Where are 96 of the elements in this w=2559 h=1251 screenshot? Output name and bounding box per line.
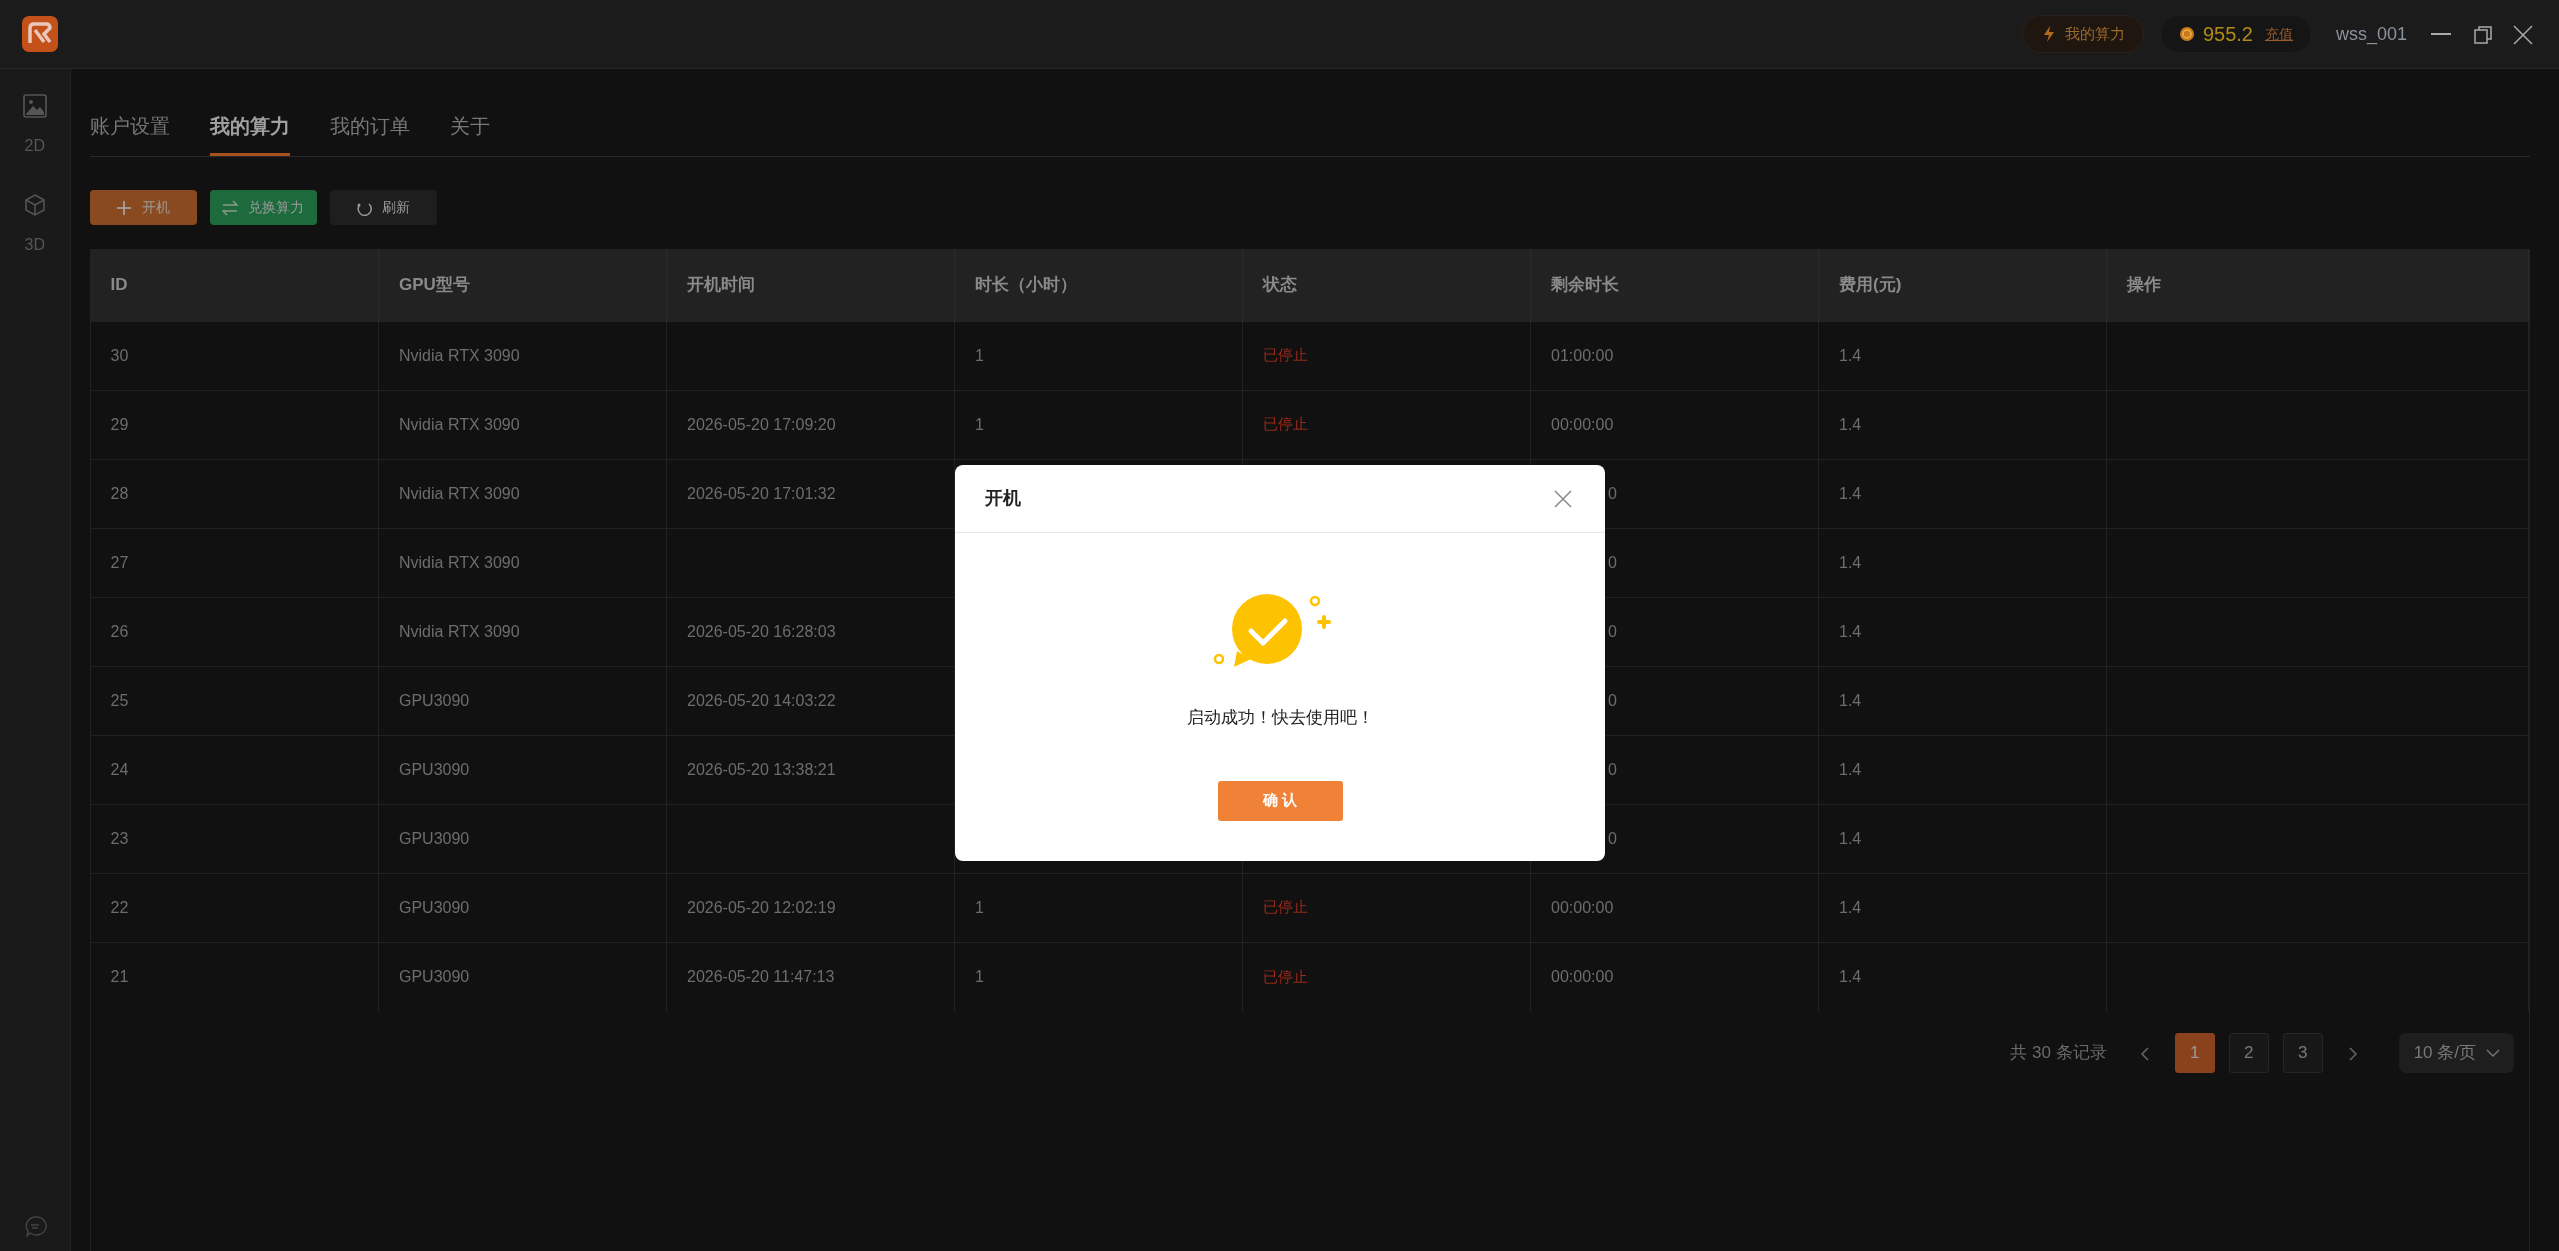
image-icon[interactable] <box>22 94 47 118</box>
table-cell: 00:00:00 <box>1551 967 1614 985</box>
chevron-left-icon <box>2138 1045 2151 1062</box>
tab[interactable]: 关于 <box>449 105 490 156</box>
tab[interactable]: 我的订单 <box>329 105 410 156</box>
power-button[interactable]: 我的算力 <box>2021 15 2144 53</box>
table-cell: 28 <box>110 484 129 502</box>
username: wss_001 <box>2335 22 2407 47</box>
confirm-button[interactable]: 确 认 <box>1217 780 1343 821</box>
close-button[interactable] <box>2511 22 2535 46</box>
table-cell: 25 <box>110 691 129 709</box>
table-cell: 1.4 <box>1839 415 1862 433</box>
page-size-select[interactable]: 10 条/页 <box>2398 1033 2514 1073</box>
table-cell: 01:00:00 <box>1551 346 1614 364</box>
sidebar-label: 2D <box>24 136 45 156</box>
plus-icon <box>116 199 132 216</box>
sidebar-label: 3D <box>24 235 45 255</box>
recharge-link[interactable]: 充值 <box>2264 23 2293 45</box>
toolbar-button[interactable]: 开机 <box>89 190 197 225</box>
table-cell: 00:00:00 <box>1551 898 1614 916</box>
column-header: 时长（小时） <box>954 249 1243 321</box>
column-header: GPU型号 <box>378 249 667 321</box>
table-cell: 1.4 <box>1839 898 1862 916</box>
table-cell: 2026-05-20 17:09:20 <box>687 415 836 433</box>
table-cell: 2026-05-20 12:02:19 <box>687 898 836 916</box>
table-cell: 2026-05-20 17:01:32 <box>687 484 836 502</box>
dialog-title: 开机 <box>985 487 1021 510</box>
column-header: 操作 <box>2106 249 2529 321</box>
coin-icon <box>2178 26 2195 42</box>
table-cell: 2026-05-20 14:03:22 <box>687 691 836 709</box>
record-count: 共 30 条记录 <box>2010 1042 2107 1065</box>
table-cell: Nvidia RTX 3090 <box>399 415 520 433</box>
table-cell: GPU3090 <box>399 967 470 985</box>
column-header: 状态 <box>1242 249 1531 321</box>
status-text: 已停止 <box>1263 415 1308 433</box>
status-text: 已停止 <box>1263 967 1308 985</box>
column-header: 剩余时长 <box>1530 249 1819 321</box>
table-cell: 1.4 <box>1839 622 1862 640</box>
table-cell: GPU3090 <box>399 691 470 709</box>
table-cell: Nvidia RTX 3090 <box>399 346 520 364</box>
table-cell: Nvidia RTX 3090 <box>399 622 520 640</box>
status-text: 已停止 <box>1263 346 1308 364</box>
table-cell: 23 <box>110 829 129 847</box>
toolbar-button[interactable]: 兑换算力 <box>209 190 317 225</box>
table-cell: GPU3090 <box>399 829 470 847</box>
table-cell: 0 <box>1608 760 1617 778</box>
table-cell: 24 <box>110 760 129 778</box>
table-cell: 1.4 <box>1839 829 1862 847</box>
table-cell: GPU3090 <box>399 898 470 916</box>
table-cell: 1.4 <box>1839 967 1862 985</box>
table-cell: 26 <box>110 622 129 640</box>
table-cell: GPU3090 <box>399 760 470 778</box>
page-button[interactable]: 3 <box>2282 1033 2323 1073</box>
tab[interactable]: 账户设置 <box>89 105 170 156</box>
table-cell: 21 <box>110 967 129 985</box>
tab[interactable]: 我的算力 <box>209 105 290 156</box>
table-cell: 29 <box>110 415 129 433</box>
table-cell: 00:00:00 <box>1551 415 1614 433</box>
table-cell: 1 <box>975 898 984 916</box>
balance-amount: 955.2 <box>2202 22 2253 47</box>
table-cell: 0 <box>1608 829 1617 847</box>
minimize-icon <box>2431 33 2451 35</box>
table-cell: 0 <box>1608 622 1617 640</box>
success-message: 启动成功！快去使用吧！ <box>1186 707 1374 729</box>
table-cell: 1.4 <box>1839 691 1862 709</box>
table-cell: 2026-05-20 16:28:03 <box>687 622 836 640</box>
table-cell: 2026-05-20 13:38:21 <box>687 760 836 778</box>
table-cell: 0 <box>1608 553 1617 571</box>
page-button[interactable]: 1 <box>2174 1033 2215 1073</box>
table-cell: 1.4 <box>1839 346 1862 364</box>
close-icon <box>2511 22 2535 47</box>
column-header: 开机时间 <box>666 249 955 321</box>
chevron-right-icon <box>2346 1045 2359 1062</box>
caret-icon <box>2486 1047 2500 1059</box>
table-cell: 1.4 <box>1839 484 1862 502</box>
table-cell: 1 <box>975 967 984 985</box>
table-cell: 30 <box>110 346 129 364</box>
table-cell: 1 <box>975 415 984 433</box>
status-text: 已停止 <box>1263 898 1308 916</box>
table-cell: 27 <box>110 553 129 571</box>
column-header: ID <box>90 249 379 321</box>
table-cell: 1.4 <box>1839 553 1862 571</box>
toolbar-button[interactable]: 刷新 <box>329 190 437 225</box>
cube-icon[interactable] <box>22 193 47 217</box>
table-cell: 22 <box>110 898 129 916</box>
table-cell: 0 <box>1608 484 1617 502</box>
arrows-icon <box>222 199 238 216</box>
table-cell: Nvidia RTX 3090 <box>399 553 520 571</box>
table-cell: 1 <box>975 346 984 364</box>
page-button[interactable]: 2 <box>2228 1033 2269 1073</box>
logo-icon <box>22 16 58 52</box>
table-cell: 1.4 <box>1839 760 1862 778</box>
column-header: 费用(元) <box>1818 249 2107 321</box>
table-cell: 0 <box>1608 691 1617 709</box>
table-cell: Nvidia RTX 3090 <box>399 484 520 502</box>
table-cell: 2026-05-20 11:47:13 <box>687 967 835 985</box>
